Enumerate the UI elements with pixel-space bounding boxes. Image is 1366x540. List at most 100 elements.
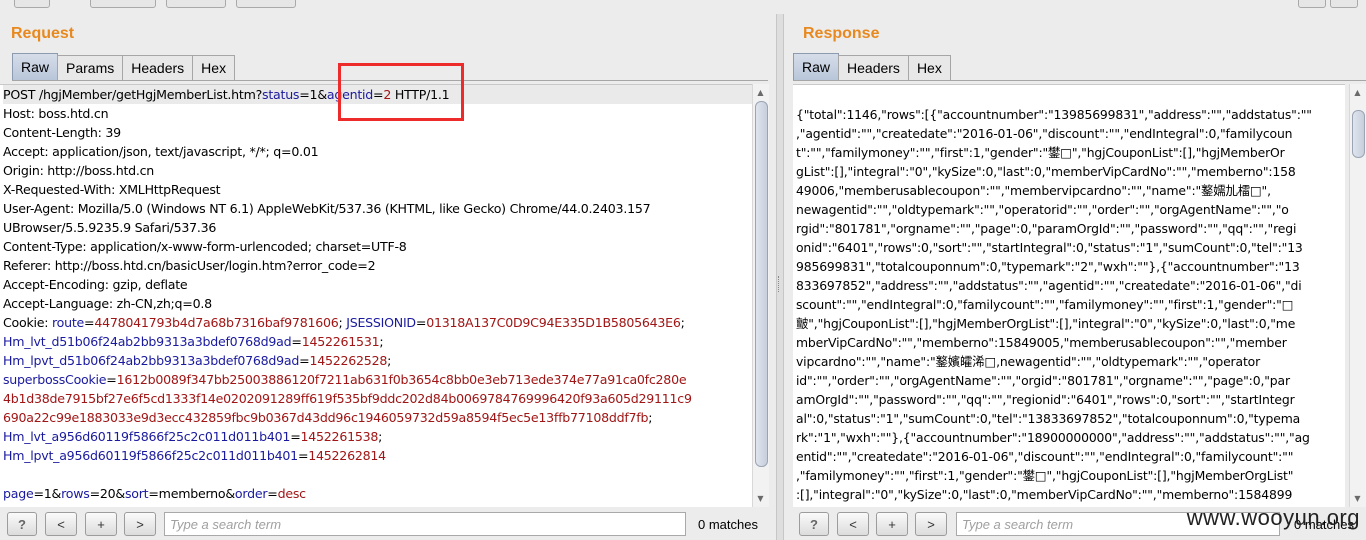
scroll-down-icon[interactable]: ▼ — [755, 493, 766, 504]
help-button[interactable]: ? — [799, 512, 829, 536]
request-text: ; — [680, 315, 685, 330]
add-button[interactable]: + — [85, 512, 117, 536]
response-line: 985699831","totalcouponnum":0,"typemark"… — [796, 259, 1300, 274]
response-line: rk":"1","wxh":""},{"accountnumber":"1890… — [796, 430, 1310, 445]
request-line: Accept-Encoding: gzip, deflate — [3, 275, 752, 294]
request-text: = — [290, 429, 301, 444]
param-value: 1452261531 — [301, 334, 380, 349]
request-text: Cookie: — [3, 315, 52, 330]
scroll-thumb[interactable] — [1352, 110, 1365, 158]
response-tab-hex[interactable]: Hex — [907, 55, 951, 80]
request-text: = — [106, 372, 117, 387]
request-text: Accept-Language: zh-CN,zh;q=0.8 — [3, 296, 212, 311]
param-name: JSESSIONID — [346, 315, 416, 330]
response-editor[interactable]: {"total":1146,"rows":[{"accountnumber":"… — [793, 84, 1345, 507]
request-tab-params[interactable]: Params — [57, 55, 124, 80]
response-line: 皽","hgjCouponList":[],"hgjMemberOrgList"… — [796, 316, 1296, 331]
request-tab-headers[interactable]: Headers — [122, 55, 194, 80]
response-line: id":"","order":"","orgAgentName":"","org… — [796, 373, 1290, 388]
next-button[interactable]: > — [915, 512, 947, 536]
request-text: =1& — [33, 486, 62, 501]
param-name: order — [234, 486, 268, 501]
response-line: newagentid":"","oldtypemark":"","operato… — [796, 202, 1289, 217]
scroll-up-icon[interactable]: ▲ — [755, 87, 766, 98]
help-button[interactable]: ? — [7, 512, 37, 536]
previous-button[interactable]: < — [837, 512, 869, 536]
request-text: = — [84, 315, 95, 330]
param-value: 690a22c99e1883033e9d3ecc432859fbc9b0367d… — [3, 410, 649, 425]
divider — [793, 80, 1366, 81]
param-value: desc — [277, 486, 306, 501]
response-line: ,"agentid":"","createdate":"2016-01-06",… — [796, 126, 1293, 141]
param-name: Hm_lpvt_d51b06f24ab2bb9313a3bdef0768d9ad — [3, 353, 300, 368]
request-text: =20& — [89, 486, 126, 501]
request-text: Accept-Encoding: gzip, deflate — [3, 277, 188, 292]
request-line: Referer: http://boss.htd.cn/basicUser/lo… — [3, 256, 752, 275]
request-search-input[interactable] — [164, 512, 686, 536]
request-text: POST /hgjMember/getHgjMemberList.htm? — [3, 87, 263, 102]
highlight-annotation-box — [338, 63, 464, 121]
param-value: 1612b0089f347bb25003886120f7211ab631f0b3… — [116, 372, 687, 387]
request-line: 690a22c99e1883033e9d3ecc432859fbc9b0367d… — [3, 408, 752, 427]
request-line: X-Requested-With: XMLHttpRequest — [3, 180, 752, 199]
response-line: rgid":"801781","orgname":"","page":0,"pa… — [796, 221, 1297, 236]
response-pane: Response Raw Headers Hex {"total":1146,"ro… — [783, 0, 1366, 540]
request-line: superbossCookie=1612b0089f347bb250038861… — [3, 370, 752, 389]
response-line: ,"familymoney":"","first":1,"gender":"鐢□… — [796, 468, 1294, 483]
response-line: entid":"","createdate":"2016-01-06","dis… — [796, 449, 1294, 464]
request-line: Hm_lpvt_a956d60119f5866f25c2c011d011b401… — [3, 446, 752, 465]
response-line: t":"","familymoney":"","first":1,"gender… — [796, 145, 1285, 160]
request-line — [3, 465, 752, 484]
response-line: 49006,"memberusablecoupon":"","membervip… — [796, 183, 1271, 198]
scroll-up-icon[interactable]: ▲ — [1352, 87, 1363, 98]
request-scrollbar[interactable]: ▲ ▼ — [752, 84, 769, 507]
request-text: =memberno& — [148, 486, 235, 501]
splitter-grip-icon[interactable] — [778, 276, 782, 292]
request-search-bar: ? < + > 0 matches — [0, 507, 776, 540]
request-text: Content-Type: application/x-www-form-url… — [3, 239, 407, 254]
request-line: Hm_lvt_d51b06f24ab2bb9313a3bdef0768d9ad=… — [3, 332, 752, 351]
watermark-text: www.wooyun.org — [1186, 505, 1360, 530]
next-button[interactable]: > — [124, 512, 156, 536]
request-text: User-Agent: Mozilla/5.0 (Windows NT 6.1)… — [3, 201, 651, 216]
response-line: gList":[],"integral":"0","kySize":0,"las… — [796, 164, 1296, 179]
request-text: = — [415, 315, 427, 330]
param-value: 4b1d38de7915bf27e6f5cd1333f14e0202091289… — [3, 391, 692, 406]
previous-button[interactable]: < — [45, 512, 77, 536]
request-text: UBrowser/5.5.9235.9 Safari/537.36 — [3, 220, 217, 235]
response-line: {"total":1146,"rows":[{"accountnumber":"… — [796, 107, 1312, 122]
param-name: rows — [61, 486, 90, 501]
param-name: Hm_lpvt_a956d60119f5866f25c2c011d011b401 — [3, 448, 298, 463]
param-name: sort — [124, 486, 149, 501]
response-tab-headers[interactable]: Headers — [838, 55, 909, 80]
param-value: 4478041793b4d7a68b7316baf9781606 — [94, 315, 339, 330]
response-tab-raw[interactable]: Raw — [793, 53, 840, 80]
request-editor[interactable]: POST /hgjMember/getHgjMemberList.htm?sta… — [0, 84, 752, 507]
request-line: UBrowser/5.5.9235.9 Safari/537.36 — [3, 218, 752, 237]
request-text: = — [267, 486, 278, 501]
request-tab-raw[interactable]: Raw — [12, 53, 59, 80]
request-text: X-Requested-With: XMLHttpRequest — [3, 182, 221, 197]
request-line: page=1&rows=20&sort=memberno&order=desc — [3, 484, 752, 503]
request-text: = — [291, 334, 302, 349]
request-line: Accept: application/json, text/javascrip… — [3, 142, 752, 161]
scroll-thumb[interactable] — [755, 101, 768, 467]
response-scrollbar[interactable]: ▲ ▼ — [1349, 84, 1366, 507]
response-title: Response — [803, 25, 880, 42]
response-line: scount":"","endIntegral":0,"familycount"… — [796, 297, 1294, 312]
response-line: 833697852","address":"","addstatus":"","… — [796, 278, 1302, 293]
request-tab-hex[interactable]: Hex — [192, 55, 236, 80]
param-name: page — [3, 486, 34, 501]
param-name: superbossCookie — [3, 372, 107, 387]
request-line: 4b1d38de7915bf27e6f5cd1333f14e0202091289… — [3, 389, 752, 408]
response-line: amOrgId":"","password":"","qq":"","regio… — [796, 392, 1295, 407]
param-name: Hm_lvt_a956d60119f5866f25c2c011d011b401 — [3, 429, 291, 444]
param-value: 1452261538 — [300, 429, 379, 444]
scroll-down-icon[interactable]: ▼ — [1352, 493, 1363, 504]
request-text: Host: boss.htd.cn — [3, 106, 109, 121]
request-text: ; — [379, 334, 384, 349]
request-line: Accept-Language: zh-CN,zh;q=0.8 — [3, 294, 752, 313]
request-line: Cookie: route=4478041793b4d7a68b7316baf9… — [3, 313, 752, 332]
request-text: =1& — [299, 87, 327, 102]
add-button[interactable]: + — [876, 512, 908, 536]
